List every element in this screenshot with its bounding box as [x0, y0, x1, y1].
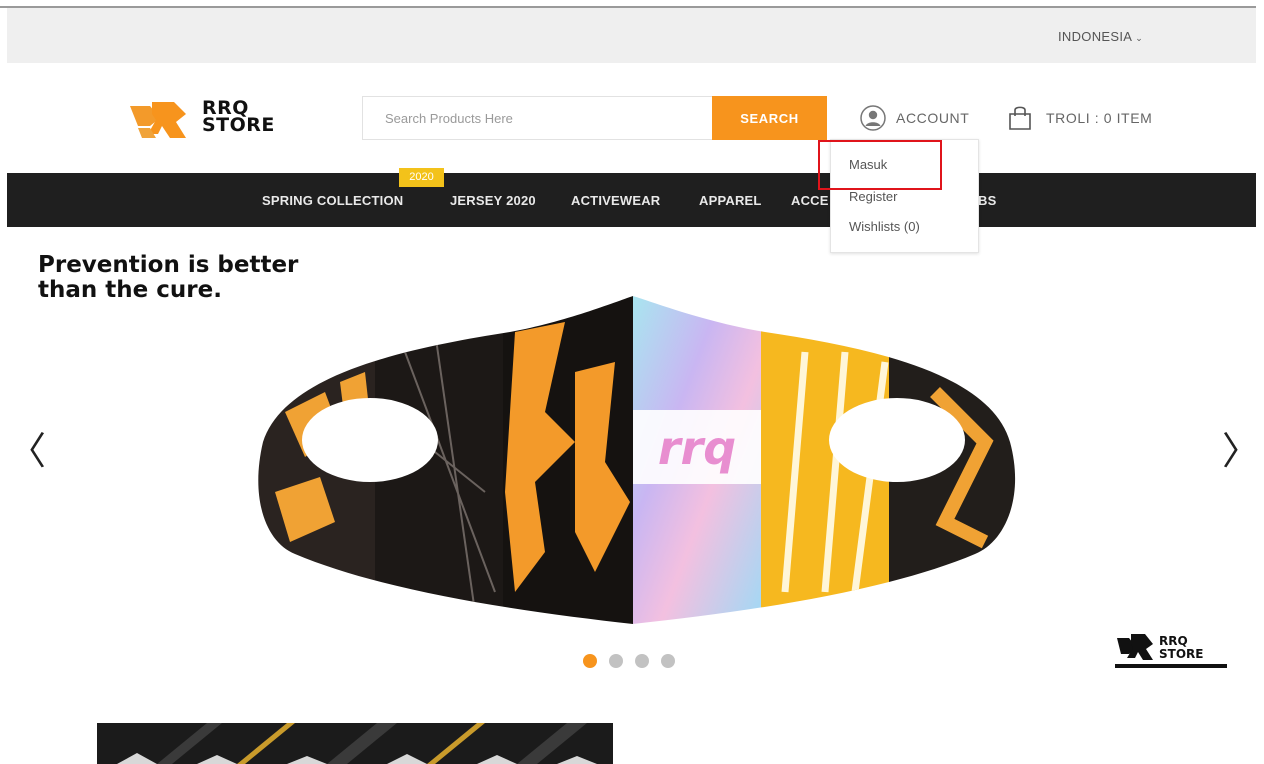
- register-menu-item[interactable]: Register: [849, 189, 897, 204]
- chevron-down-icon: ⌄: [1135, 33, 1144, 43]
- user-icon: [860, 105, 886, 131]
- chevron-right-icon[interactable]: 〉: [1222, 432, 1260, 470]
- nav-clubs[interactable]: BS: [978, 193, 996, 208]
- nav-jersey-2020[interactable]: JERSEY 2020: [450, 193, 536, 208]
- account-label: ACCOUNT: [896, 110, 970, 126]
- search-input[interactable]: [363, 97, 712, 139]
- promo-banner[interactable]: [97, 723, 613, 764]
- shopping-bag-icon: [1009, 106, 1031, 130]
- cart-label: TROLI : 0 ITEM: [1046, 110, 1153, 126]
- country-selector[interactable]: INDONESIA ⌄: [1058, 29, 1143, 44]
- mask-brand-text: rrq: [658, 421, 736, 475]
- new-badge: 2020: [399, 168, 444, 187]
- nav-spring-collection[interactable]: SPRING COLLECTION: [262, 193, 403, 208]
- slide-dot-3[interactable]: [635, 654, 649, 668]
- logo-text: RRQ STORE: [202, 99, 275, 136]
- highlight-box: [818, 140, 942, 190]
- chevron-left-icon[interactable]: 〈: [8, 432, 46, 470]
- nav-apparel[interactable]: APPAREL: [699, 193, 762, 208]
- nav-accessories[interactable]: ACCE: [791, 193, 829, 208]
- hero-headline-line-1: Prevention is better: [38, 252, 299, 278]
- rrq-store-watermark: RRQ STORE: [1115, 634, 1227, 668]
- country-label: INDONESIA: [1058, 29, 1133, 44]
- slide-dot-2[interactable]: [609, 654, 623, 668]
- watermark-line-2: STORE: [1159, 647, 1203, 661]
- search-bar: SEARCH: [362, 96, 827, 140]
- slide-dot-1[interactable]: [583, 654, 597, 668]
- account-menu-toggle[interactable]: ACCOUNT: [860, 105, 969, 131]
- hero-mask-image[interactable]: rrq: [245, 292, 1025, 628]
- nav-activewear[interactable]: ACTIVEWEAR: [571, 193, 660, 208]
- watermark-line-1: RRQ: [1159, 634, 1188, 648]
- slide-dot-4[interactable]: [661, 654, 675, 668]
- cart-link[interactable]: TROLI : 0 ITEM: [1008, 105, 1152, 131]
- logo-line-2: STORE: [202, 114, 275, 136]
- wishlists-menu-item[interactable]: Wishlists (0): [849, 219, 920, 234]
- search-button[interactable]: SEARCH: [712, 96, 827, 140]
